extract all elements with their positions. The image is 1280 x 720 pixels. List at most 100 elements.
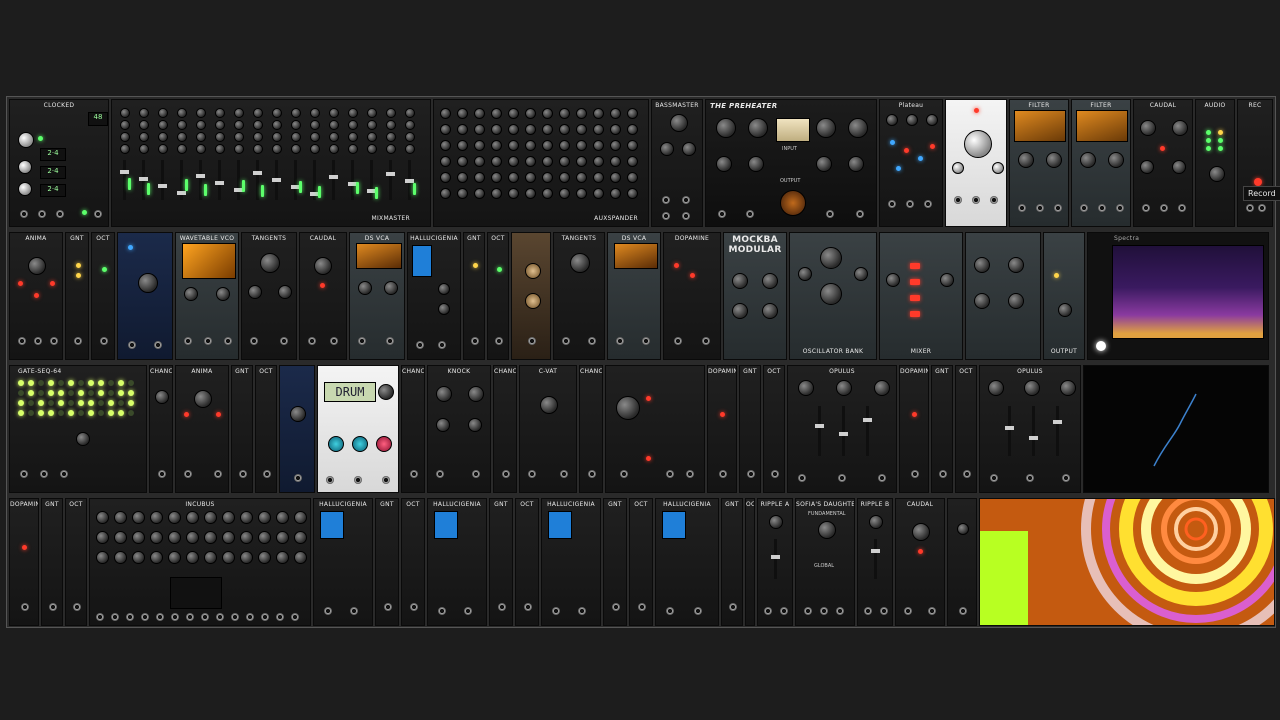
aux-knob[interactable] xyxy=(491,124,502,135)
jack[interactable] xyxy=(56,210,64,218)
channel-knob[interactable] xyxy=(348,120,358,130)
ripple-a-module[interactable]: RIPPLE A xyxy=(757,498,793,626)
gnt-module[interactable]: GNT xyxy=(739,365,761,493)
aux-knob[interactable] xyxy=(576,188,587,199)
jack[interactable] xyxy=(471,337,479,345)
wavetable-vco-module[interactable]: WAVETABLE VCO xyxy=(175,232,239,360)
gate-step[interactable] xyxy=(118,400,124,406)
channel-knob[interactable] xyxy=(139,108,149,118)
aux-knob[interactable] xyxy=(508,156,519,167)
channel-knob[interactable] xyxy=(405,108,415,118)
plateau-module[interactable]: Plateau xyxy=(879,99,943,227)
knob[interactable] xyxy=(912,523,930,541)
knob[interactable] xyxy=(869,515,883,529)
swing-knob[interactable] xyxy=(18,182,32,196)
gate-step[interactable] xyxy=(128,390,134,396)
rec-module[interactable]: REC xyxy=(1237,99,1273,227)
channel-knob[interactable] xyxy=(158,120,168,130)
jack[interactable] xyxy=(250,337,258,345)
knob[interactable] xyxy=(816,118,836,138)
gate-step[interactable] xyxy=(108,380,114,386)
channel-knob[interactable] xyxy=(196,120,206,130)
incubus-knob[interactable] xyxy=(222,531,235,544)
channel-fader[interactable] xyxy=(291,160,300,200)
aux-knob[interactable] xyxy=(491,156,502,167)
jack[interactable] xyxy=(963,470,971,478)
jack[interactable] xyxy=(326,476,334,484)
jack[interactable] xyxy=(416,341,424,349)
jack[interactable] xyxy=(959,607,967,615)
knob[interactable] xyxy=(820,283,842,305)
knob[interactable] xyxy=(682,142,696,156)
fader[interactable] xyxy=(771,539,780,579)
jack[interactable] xyxy=(694,607,702,615)
jack[interactable] xyxy=(729,603,737,611)
jack[interactable] xyxy=(666,470,674,478)
jack[interactable] xyxy=(438,341,446,349)
jack[interactable] xyxy=(1018,204,1026,212)
jack[interactable] xyxy=(280,337,288,345)
jack[interactable] xyxy=(350,607,358,615)
aux-knob[interactable] xyxy=(627,124,638,135)
jack[interactable] xyxy=(410,470,418,478)
channel-fader[interactable] xyxy=(253,160,262,200)
aux-knob[interactable] xyxy=(627,156,638,167)
aux-knob[interactable] xyxy=(542,108,553,119)
spectra-module[interactable]: Spectra xyxy=(1087,232,1269,360)
jack[interactable] xyxy=(96,613,104,621)
knob[interactable] xyxy=(818,521,836,539)
channel-fader[interactable] xyxy=(405,160,414,200)
gate-step[interactable] xyxy=(128,410,134,416)
jack[interactable] xyxy=(21,603,29,611)
gate-seq-64-module[interactable]: GATE-SEQ-64 xyxy=(9,365,147,493)
jack[interactable] xyxy=(111,613,119,621)
aux-knob[interactable] xyxy=(593,188,604,199)
oct-module[interactable]: OCT xyxy=(763,365,785,493)
jack[interactable] xyxy=(746,210,754,218)
gate-step[interactable] xyxy=(18,390,24,396)
channel-knob[interactable] xyxy=(367,144,377,154)
incubus-knob[interactable] xyxy=(222,511,235,524)
channel-knob[interactable] xyxy=(405,132,415,142)
jack[interactable] xyxy=(638,603,646,611)
channel-fader[interactable] xyxy=(177,160,186,200)
jack[interactable] xyxy=(20,470,28,478)
aux-knob[interactable] xyxy=(576,156,587,167)
channel-knob[interactable] xyxy=(158,132,168,142)
knob[interactable] xyxy=(436,418,450,432)
jack[interactable] xyxy=(276,613,284,621)
gnt-module[interactable]: GNT xyxy=(463,232,485,360)
jack[interactable] xyxy=(154,341,162,349)
incubus-knob[interactable] xyxy=(96,511,109,524)
incubus-knob[interactable] xyxy=(240,551,253,564)
mixmaster-module[interactable]: MIXMASTER xyxy=(111,99,431,227)
knob[interactable] xyxy=(886,273,900,287)
jack[interactable] xyxy=(780,607,788,615)
ds-vca-module[interactable]: DS VCA xyxy=(607,232,661,360)
knob[interactable] xyxy=(798,380,814,396)
channel-knob[interactable] xyxy=(329,132,339,142)
aux-knob[interactable] xyxy=(610,188,621,199)
gate-step[interactable] xyxy=(58,380,64,386)
oct-module[interactable]: OCT xyxy=(91,232,115,360)
aux-knob[interactable] xyxy=(474,140,485,151)
gate-step[interactable] xyxy=(98,390,104,396)
channel-knob[interactable] xyxy=(310,120,320,130)
jack[interactable] xyxy=(880,607,888,615)
preheater-module[interactable]: THE PREHEATER INPUT OUTPUT xyxy=(705,99,877,227)
incubus-knob[interactable] xyxy=(96,551,109,564)
knob[interactable] xyxy=(926,114,938,126)
opulus-module[interactable]: OPULUS xyxy=(787,365,897,493)
knob[interactable] xyxy=(352,436,368,452)
modulation-module[interactable] xyxy=(965,232,1041,360)
audio-module[interactable]: AUDIO xyxy=(1195,99,1235,227)
aux-knob[interactable] xyxy=(610,156,621,167)
gate-step[interactable] xyxy=(98,380,104,386)
channel-knob[interactable] xyxy=(177,108,187,118)
incubus-knob[interactable] xyxy=(276,531,289,544)
aux-knob[interactable] xyxy=(508,140,519,151)
incubus-knob[interactable] xyxy=(186,551,199,564)
knob[interactable] xyxy=(762,273,778,289)
caudal-module[interactable]: CAUDAL xyxy=(299,232,347,360)
incubus-knob[interactable] xyxy=(186,511,199,524)
